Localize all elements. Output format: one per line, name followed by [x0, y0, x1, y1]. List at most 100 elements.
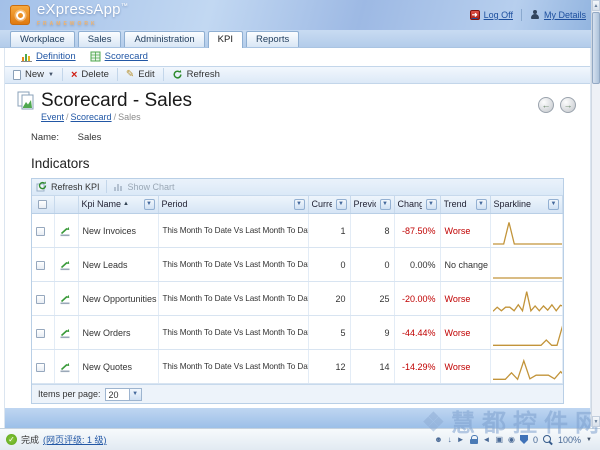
- refresh-button[interactable]: Refresh: [164, 67, 228, 84]
- new-dropdown-arrow-icon[interactable]: ▼: [48, 72, 54, 78]
- row-checkbox[interactable]: [36, 227, 45, 236]
- indicators-section-title: Indicators: [31, 156, 590, 171]
- refresh-kpi-icon: [36, 181, 47, 192]
- eye-icon[interactable]: ◉: [508, 435, 515, 445]
- log-off-link[interactable]: ➜ Log Off: [470, 10, 513, 20]
- speaker-icon[interactable]: ◄: [483, 435, 491, 445]
- period-cell: This Month To Date Vs Last Month To Date: [158, 214, 308, 248]
- filter-button[interactable]: ▼: [426, 199, 437, 210]
- row-checkbox-cell: [32, 282, 54, 316]
- tab-kpi[interactable]: KPI: [208, 31, 243, 48]
- name-value: Sales: [78, 132, 102, 143]
- column-header-kpi[interactable]: Kpi Name▲▼: [78, 196, 158, 214]
- grid-toolbar: Refresh KPI Show Chart: [32, 179, 563, 196]
- delete-button[interactable]: × Delete: [63, 67, 117, 84]
- icon-column-header: [54, 196, 78, 214]
- current-cell: 0: [308, 248, 350, 282]
- column-label: Previous: [354, 199, 376, 209]
- kpi-grid: Refresh KPI Show Chart Kpi Name▲▼Period▼…: [31, 178, 564, 405]
- filter-button[interactable]: ▼: [336, 199, 347, 210]
- new-button[interactable]: New ▼: [5, 67, 62, 84]
- edit-button[interactable]: ✎ Edit: [118, 67, 163, 84]
- breadcrumb-scorecard-link[interactable]: Scorecard: [71, 112, 112, 122]
- tab-administration[interactable]: Administration: [124, 31, 204, 47]
- show-chart-button[interactable]: Show Chart: [113, 181, 175, 192]
- trend-cell: Worse: [440, 282, 490, 316]
- tab-reports[interactable]: Reports: [246, 31, 299, 47]
- app-logo-icon: [10, 5, 30, 25]
- column-header-spark[interactable]: Sparkline▼: [490, 196, 563, 214]
- previous-record-button[interactable]: ←: [538, 97, 554, 113]
- nav-definition-link[interactable]: Definition: [21, 51, 76, 62]
- shield-icon[interactable]: [520, 435, 528, 444]
- row-icon-cell: [54, 214, 78, 248]
- sparkline-chart: [493, 318, 563, 348]
- previous-cell: 0: [350, 248, 394, 282]
- column-header-period[interactable]: Period▼: [158, 196, 308, 214]
- row-icon-cell: [54, 248, 78, 282]
- refresh-kpi-button[interactable]: Refresh KPI: [36, 181, 100, 192]
- refresh-icon: [172, 69, 183, 80]
- magnifier-icon[interactable]: [543, 435, 553, 445]
- user-icon[interactable]: ☻: [434, 435, 442, 445]
- column-header-current[interactable]: Current▼: [308, 196, 350, 214]
- column-header-previous[interactable]: Previous ▼: [350, 196, 394, 214]
- table-row[interactable]: New InvoicesThis Month To Date Vs Last M…: [32, 214, 563, 248]
- table-row[interactable]: New LeadsThis Month To Date Vs Last Mont…: [32, 248, 563, 282]
- kpi-name-cell: New Invoices: [78, 214, 158, 248]
- app-logo: eXpressApp™ FRAMEWORK: [37, 1, 128, 30]
- filter-button[interactable]: ▼: [476, 199, 487, 210]
- filter-button[interactable]: ▼: [294, 199, 305, 210]
- next-record-button[interactable]: →: [560, 97, 576, 113]
- tab-workplace[interactable]: Workplace: [10, 31, 75, 47]
- nav-scorecard-link[interactable]: Scorecard: [90, 51, 148, 62]
- current-cell: 5: [308, 316, 350, 350]
- breadcrumb-event-link[interactable]: Event: [41, 112, 64, 122]
- refresh-kpi-label: Refresh KPI: [51, 182, 100, 192]
- breadcrumb-current: Sales: [118, 112, 141, 122]
- action-toolbar: New ▼ × Delete ✎ Edit Refresh: [5, 66, 590, 85]
- tab-sales[interactable]: Sales: [78, 31, 122, 47]
- header-separator: [521, 9, 522, 21]
- row-checkbox[interactable]: [36, 329, 45, 338]
- kpi-indicator-icon: [59, 327, 71, 339]
- definition-chart-icon: [21, 51, 32, 62]
- table-header-row: Kpi Name▲▼Period▼Current▼Previous▼Change…: [32, 196, 563, 214]
- table-row[interactable]: New OpportunitiesThis Month To Date Vs L…: [32, 282, 563, 316]
- scroll-down-arrow-icon[interactable]: ▼: [592, 416, 600, 427]
- kpi-indicator-icon: [59, 259, 71, 271]
- pointer-icon[interactable]: ►: [457, 435, 465, 445]
- column-header-trend[interactable]: Trend▼: [440, 196, 490, 214]
- sparkline-chart: [493, 216, 563, 246]
- previous-cell: 9: [350, 316, 394, 350]
- previous-cell: 25: [350, 282, 394, 316]
- row-checkbox[interactable]: [36, 261, 45, 270]
- row-checkbox[interactable]: [36, 363, 45, 372]
- sparkline-cell: [490, 282, 563, 316]
- scrollbar-thumb[interactable]: [592, 12, 600, 84]
- lock-icon[interactable]: [470, 435, 478, 444]
- select-all-checkbox[interactable]: [38, 200, 47, 209]
- zoom-level[interactable]: 100%: [558, 435, 581, 445]
- change-cell: -14.29%: [394, 350, 440, 384]
- pager-dropdown-icon[interactable]: ▼: [129, 388, 142, 401]
- page-rating-link[interactable]: (网页评级: 1 级): [43, 433, 107, 446]
- filter-button[interactable]: ▼: [548, 199, 559, 210]
- filter-button[interactable]: ▼: [144, 199, 155, 210]
- page-footer-band: [5, 408, 590, 428]
- zoom-dropdown-icon[interactable]: ▼: [586, 437, 592, 443]
- items-per-page-select[interactable]: 20 ▼: [105, 388, 142, 401]
- table-row[interactable]: New OrdersThis Month To Date Vs Last Mon…: [32, 316, 563, 350]
- kpi-table: Kpi Name▲▼Period▼Current▼Previous▼Change…: [32, 196, 563, 385]
- row-checkbox[interactable]: [36, 295, 45, 304]
- current-cell: 20: [308, 282, 350, 316]
- table-row[interactable]: New QuotesThis Month To Date Vs Last Mon…: [32, 350, 563, 384]
- download-icon[interactable]: ↓: [448, 435, 452, 445]
- window-icon[interactable]: ▣: [495, 435, 503, 445]
- my-details-link[interactable]: My Details: [530, 10, 586, 20]
- sparkline-chart: [493, 352, 563, 382]
- scroll-up-arrow-icon[interactable]: ▲: [592, 0, 600, 11]
- sparkline-cell: [490, 248, 563, 282]
- column-header-change[interactable]: Change▼: [394, 196, 440, 214]
- filter-button[interactable]: ▼: [380, 199, 391, 210]
